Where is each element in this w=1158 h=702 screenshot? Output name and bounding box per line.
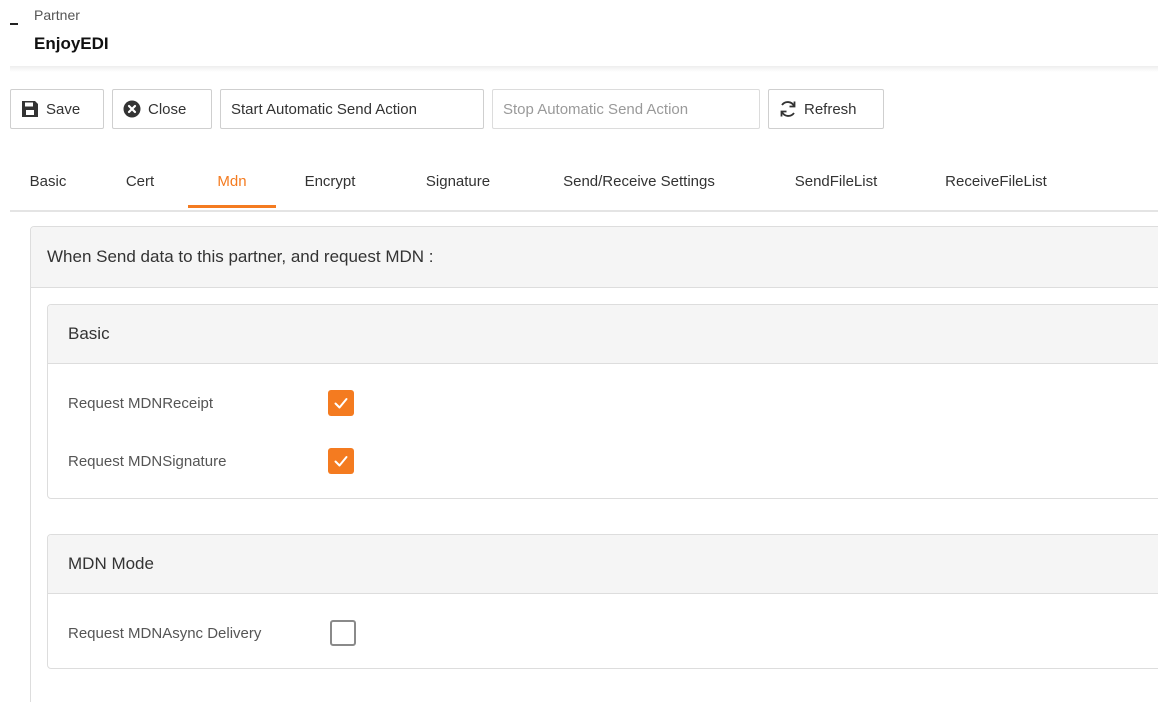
page-header: Partner EnjoyEDI (0, 0, 1158, 66)
request-mdn-async-row: Request MDNAsync Delivery (68, 620, 356, 646)
tab-receivefilelist[interactable]: ReceiveFileList (926, 160, 1066, 208)
page-eyebrow: Partner (34, 7, 80, 23)
basic-panel: Basic Request MDNReceipt Request MDNSign… (47, 304, 1158, 499)
start-automatic-send-label: Start Automatic Send Action (231, 100, 417, 118)
request-mdn-async-label: Request MDNAsync Delivery (68, 624, 262, 642)
tab-basic[interactable]: Basic (20, 160, 76, 208)
tab-encrypt[interactable]: Encrypt (290, 160, 370, 208)
basic-panel-title: Basic (48, 305, 1158, 364)
request-mdn-async-checkbox[interactable] (330, 620, 356, 646)
refresh-label: Refresh (804, 100, 857, 118)
tab-sendfilelist[interactable]: SendFileList (776, 160, 896, 208)
tab-mdn[interactable]: Mdn (188, 160, 276, 208)
refresh-icon (779, 100, 797, 118)
save-label: Save (46, 100, 81, 118)
mdn-mode-panel: MDN Mode Request MDNAsync Delivery (47, 534, 1158, 669)
tab-send-receive-settings[interactable]: Send/Receive Settings (536, 160, 742, 208)
refresh-button[interactable]: Refresh (768, 89, 884, 129)
close-button[interactable]: Close (112, 89, 212, 129)
close-label: Close (148, 100, 187, 118)
tab-cert[interactable]: Cert (112, 160, 168, 208)
save-button[interactable]: Save (10, 89, 104, 129)
close-circle-icon (123, 100, 141, 118)
stop-automatic-send-label: Stop Automatic Send Action (503, 100, 689, 118)
save-icon (21, 100, 39, 118)
header-divider (10, 66, 1158, 72)
toolbar: Save Close Start Automatic Send Action S… (10, 88, 884, 130)
tab-signature[interactable]: Signature (406, 160, 510, 208)
request-mdn-receipt-row: Request MDNReceipt (68, 390, 354, 416)
page-title: EnjoyEDI (34, 34, 109, 53)
checkmark-icon (334, 456, 348, 467)
start-automatic-send-button[interactable]: Start Automatic Send Action (220, 89, 484, 129)
tab-bar: Basic Cert Mdn Encrypt Signature Send/Re… (10, 160, 1158, 212)
stop-automatic-send-button[interactable]: Stop Automatic Send Action (492, 89, 760, 129)
mdn-section-title: When Send data to this partner, and requ… (31, 227, 1158, 288)
partner-editor: Partner EnjoyEDI Save Close Start Automa… (0, 0, 1158, 702)
request-mdn-receipt-label: Request MDNReceipt (68, 394, 214, 412)
mdn-settings-panel: When Send data to this partner, and requ… (30, 226, 1158, 702)
request-mdn-receipt-checkbox[interactable] (328, 390, 354, 416)
request-mdn-signature-row: Request MDNSignature (68, 448, 354, 474)
collapse-toggle-icon[interactable] (10, 23, 18, 25)
mdn-mode-panel-title: MDN Mode (48, 535, 1158, 594)
request-mdn-signature-label: Request MDNSignature (68, 452, 227, 470)
request-mdn-signature-checkbox[interactable] (328, 448, 354, 474)
checkmark-icon (334, 398, 348, 409)
